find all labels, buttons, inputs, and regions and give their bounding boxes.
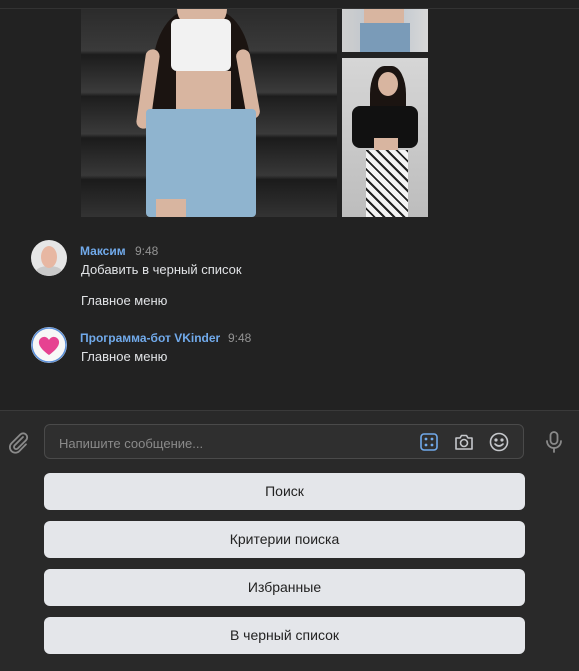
message-text: Главное меню xyxy=(81,349,168,364)
keyboard-button-search[interactable]: Поиск xyxy=(44,473,525,510)
heart-icon xyxy=(31,327,67,363)
keyboard-button-blacklist[interactable]: В черный список xyxy=(44,617,525,654)
emoji-icon[interactable] xyxy=(488,431,510,453)
message-input-box[interactable] xyxy=(44,424,524,459)
message-time: 9:48 xyxy=(135,244,159,258)
photo-thumbnail-top[interactable] xyxy=(342,9,428,52)
photo-main[interactable] xyxy=(81,9,337,217)
keyboard-icon[interactable] xyxy=(418,431,440,453)
message-sender[interactable]: Максим xyxy=(80,244,126,258)
message-text: Главное меню xyxy=(81,293,168,308)
message-sender[interactable]: Программа-бот VKinder xyxy=(80,331,220,345)
avatar-bot[interactable] xyxy=(31,327,67,363)
message-input[interactable] xyxy=(57,433,401,453)
keyboard-button-favorites[interactable]: Избранные xyxy=(44,569,525,606)
avatar-maxim[interactable] xyxy=(31,240,67,276)
message-text: Добавить в черный список xyxy=(81,262,242,277)
camera-icon[interactable] xyxy=(453,431,475,453)
paperclip-icon[interactable] xyxy=(6,430,30,454)
photo-thumbnail-bottom[interactable] xyxy=(342,58,428,217)
microphone-icon[interactable] xyxy=(543,430,565,454)
message-time: 9:48 xyxy=(228,331,252,345)
keyboard-button-search-criteria[interactable]: Критерии поиска xyxy=(44,521,525,558)
